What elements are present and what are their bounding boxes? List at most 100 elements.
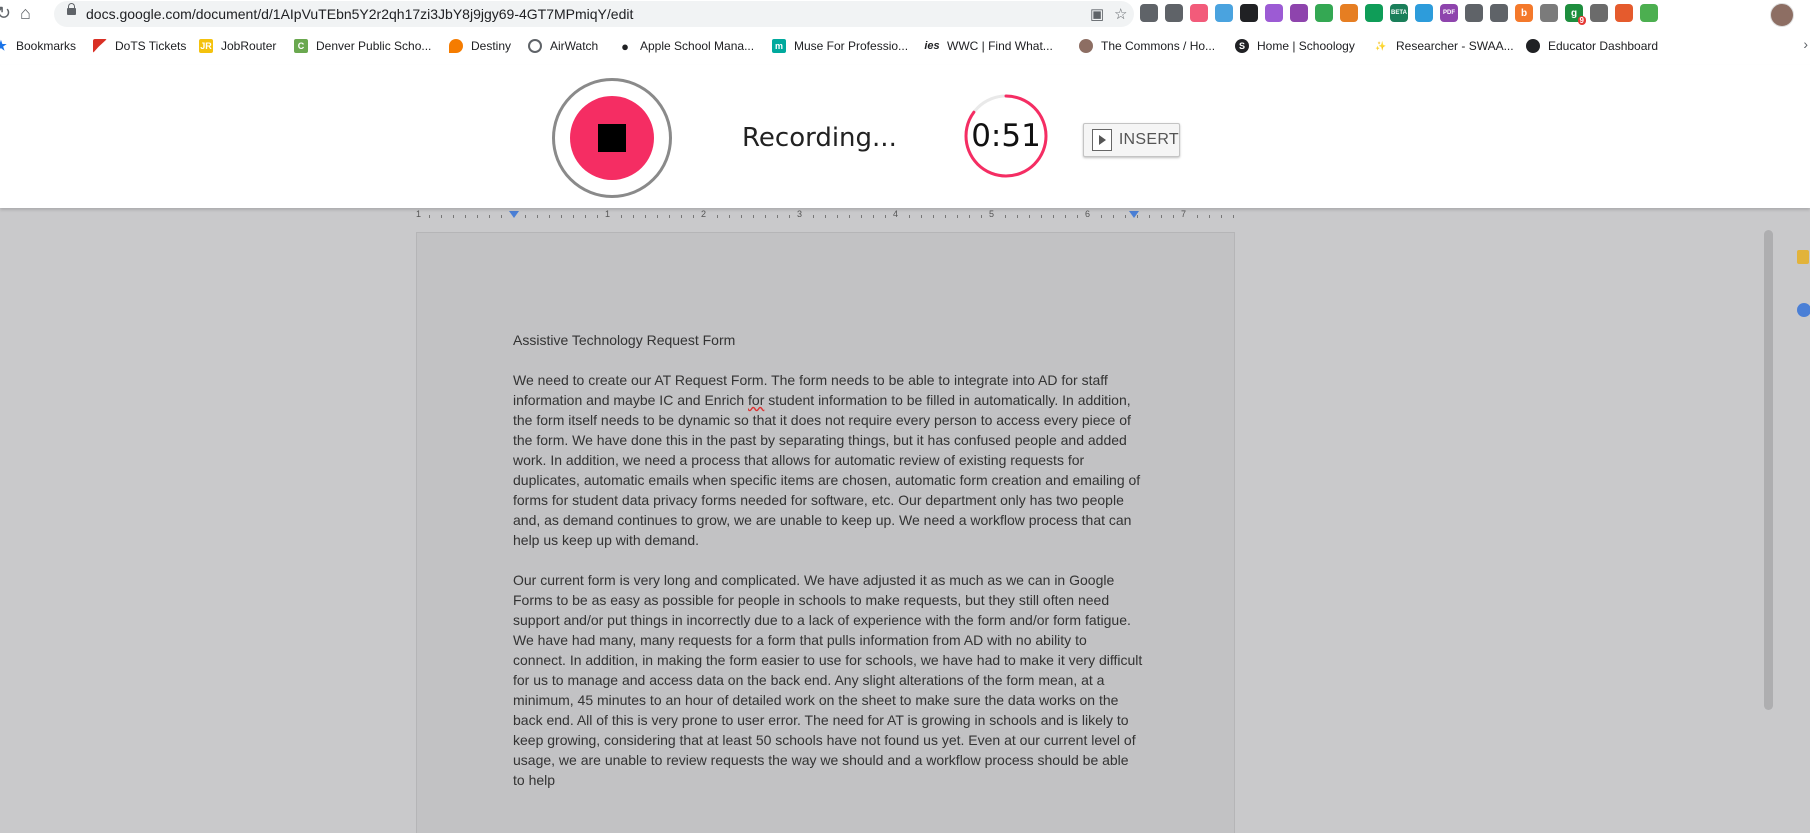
ruler-tick [549,215,550,218]
bookmark-label: DoTS Tickets [115,39,187,53]
check-extension-icon[interactable] [1640,4,1658,22]
bookmark-apple-school-manager[interactable]: ● Apple School Mana... [618,37,754,55]
ruler-tick [465,215,466,218]
circle-extension-icon[interactable] [1465,4,1483,22]
bookmark-bookmarks[interactable]: ★ Bookmarks [0,37,76,55]
star-icon[interactable] [1165,4,1183,22]
bookmark-star-icon[interactable]: ☆ [1114,5,1127,23]
bookmark-airwatch[interactable]: AirWatch [528,37,598,55]
ruler-tick [1053,215,1054,218]
g-extension-icon[interactable]: g9 [1565,4,1586,25]
ruler-tick [537,215,538,218]
ruler-number: 6 [1085,209,1091,219]
insert-button[interactable]: INSERT [1083,123,1180,157]
bookmark-schoology[interactable]: S Home | Schoology [1235,37,1355,55]
bookmark-label: Apple School Mana... [640,39,755,53]
camera-icon[interactable] [1140,4,1158,22]
ruler-tick [1233,215,1234,218]
profile-avatar[interactable] [1770,3,1794,27]
chevron-right-icon[interactable]: › [1803,36,1808,52]
bookmark-label: Educator Dashboard [1548,39,1659,53]
bookmark-educator-dashboard[interactable]: Educator Dashboard [1526,37,1658,55]
bookmark-destiny[interactable]: Destiny [449,37,511,55]
robot-extension-icon[interactable] [1540,4,1558,22]
ruler-number: 3 [797,209,803,219]
beta-extension-icon[interactable]: BETA [1390,4,1408,22]
researcher-icon: ✨ [1375,40,1387,51]
toggle-extension-icon[interactable] [1615,4,1633,22]
b-extension-icon[interactable]: b [1515,4,1533,22]
layers-extension-icon[interactable] [1240,4,1258,22]
ruler-tick [1161,215,1162,218]
ruler-tick [1125,215,1126,218]
stop-recording-button[interactable] [552,78,672,198]
ruler-tick [741,215,742,218]
c-icon: C [294,39,308,53]
bookmark-label: Researcher - SWAA... [1396,39,1514,53]
bookmark-dots-tickets[interactable]: DoTS Tickets [93,37,186,55]
bookmark-denver-public-schools[interactable]: C Denver Public Scho... [294,37,431,55]
flag-icon [93,39,107,53]
ruler-tick [849,215,850,218]
ruler-tick [1173,215,1174,218]
ruler-tick [1137,215,1138,218]
ruler-tick [777,215,778,218]
document-ruler[interactable]: 1 1 2 3 4 5 6 7 [416,208,1234,224]
camera-icon[interactable]: ▣ [1090,5,1104,23]
ruler-tick [933,215,934,218]
ruler-number: 2 [701,209,707,219]
ruler-tick [825,215,826,218]
address-bar[interactable]: docs.google.com/document/d/1AIpVuTEbn5Y2… [54,1,1134,27]
bookmark-label: Muse For Professio... [794,39,909,53]
document-page[interactable]: Assistive Technology Request Form We nee… [417,233,1234,833]
colorful-extension-icon[interactable] [1340,4,1358,22]
commons-icon [1079,39,1093,53]
spellcheck-word[interactable]: for [748,392,764,408]
ruler-tick [585,215,586,218]
ruler-tick [669,215,670,218]
ruler-tick [453,215,454,218]
shield-extension-icon[interactable] [1490,4,1508,22]
document-title[interactable]: Assistive Technology Request Form [513,332,735,348]
pdf-extension-icon[interactable]: PDF [1440,4,1458,22]
ruler-tick [501,215,502,218]
bookmark-label: Destiny [471,39,512,53]
bookmark-jobrouter[interactable]: JR JobRouter [199,37,276,55]
dashboard-icon [1526,39,1540,53]
ruler-tick [729,215,730,218]
url-text[interactable]: docs.google.com/document/d/1AIpVuTEbn5Y2… [86,6,633,22]
ruler-tick [561,215,562,218]
ruler-tick [945,215,946,218]
cloud-extension-icon[interactable] [1215,4,1233,22]
bookmark-muse[interactable]: m Muse For Professio... [772,37,908,55]
drive-extension-icon[interactable] [1315,4,1333,22]
ruler-tick [429,215,430,218]
document-paragraph-1[interactable]: We need to create our AT Request Form. T… [513,370,1143,550]
bookmark-researcher[interactable]: ✨ Researcher - SWAA... [1374,37,1514,55]
tasks-icon[interactable] [1797,303,1810,317]
bookmarks-bar: ★ Bookmarks DoTS Tickets JR JobRouter C … [0,28,1810,67]
ruler-number: 5 [989,209,995,219]
sheets-extension-icon[interactable] [1365,4,1383,22]
home-icon[interactable]: ⌂ [20,3,31,23]
ruler-tick [489,215,490,218]
bookmark-the-commons[interactable]: The Commons / Ho... [1079,37,1215,55]
diamond-extension-icon[interactable] [1415,4,1433,22]
m-icon: m [772,39,786,53]
keep-icon[interactable] [1797,250,1809,264]
ruler-tick [1197,215,1198,218]
vertical-scrollbar[interactable] [1764,230,1773,710]
recording-status: Recording... [742,123,897,153]
chat-extension-icon[interactable] [1265,4,1283,22]
arrow-extension-icon[interactable] [1190,4,1208,22]
reload-icon[interactable]: ↻ [0,3,11,23]
ruler-tick [1005,215,1006,218]
puzzle-extension-icon[interactable] [1290,4,1308,22]
ies-icon: ies [924,40,940,52]
schoology-icon: S [1235,39,1249,53]
airwatch-icon [528,39,542,53]
left-indent-marker[interactable] [509,211,519,218]
bookmark-wwc[interactable]: ies WWC | Find What... [924,37,1052,55]
bulb-extension-icon[interactable] [1590,4,1608,22]
document-paragraph-2[interactable]: Our current form is very long and compli… [513,570,1143,790]
